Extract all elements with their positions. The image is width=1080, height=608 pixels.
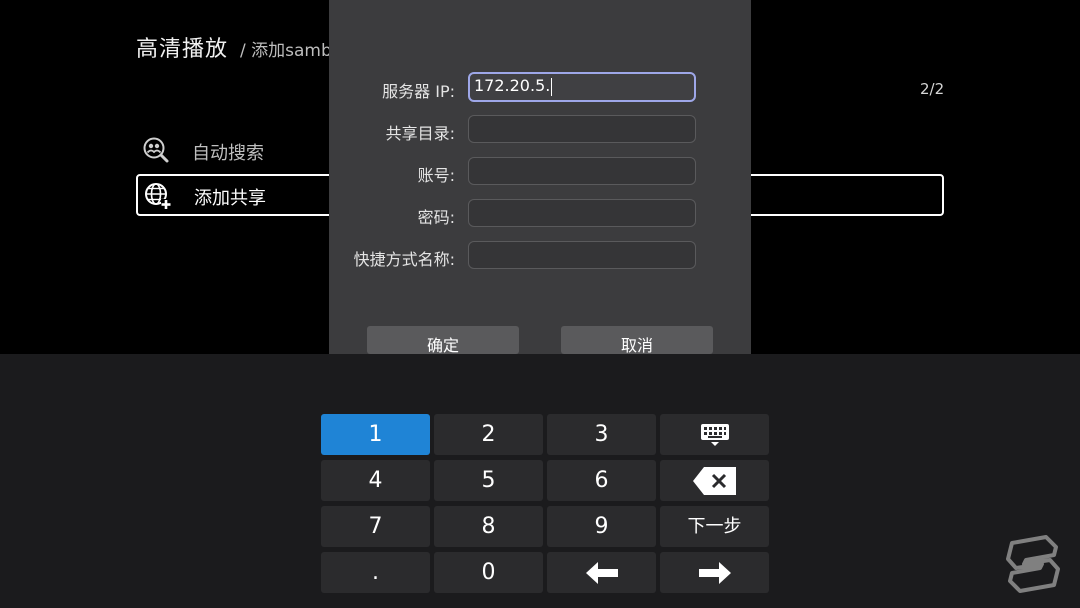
key-6[interactable]: 6 (547, 460, 656, 501)
globe-plus-icon (145, 183, 171, 209)
key-arrow-left[interactable] (547, 552, 656, 593)
form-row-account: 账号: (329, 157, 751, 187)
menu-item-label: 自动搜索 (192, 143, 264, 164)
confirm-button[interactable]: 确定 (367, 326, 519, 354)
people-search-icon (143, 137, 169, 163)
arrow-left-icon (585, 561, 618, 584)
share-dir-label: 共享目录: (385, 124, 455, 143)
page-title: 高清播放 (136, 37, 229, 62)
keyboard-hide-icon (700, 423, 729, 446)
share-dir-input[interactable] (468, 115, 696, 143)
form-row-shortcut-name: 快捷方式名称: (329, 241, 751, 271)
text-cursor (551, 77, 553, 96)
key-hide-keyboard[interactable] (660, 414, 769, 455)
backspace-icon (692, 466, 736, 495)
form-row-share-dir: 共享目录: (329, 115, 751, 145)
numeric-keyboard: 1 2 3 4 5 6 7 8 9 下一步 . 0 (0, 402, 1080, 608)
key-arrow-right[interactable] (660, 552, 769, 593)
key-0[interactable]: 0 (434, 552, 543, 593)
key-9[interactable]: 9 (547, 506, 656, 547)
menu-item-label: 添加共享 (194, 188, 266, 209)
form-row-server-ip: 服务器 IP: 172.20.5. (329, 72, 751, 103)
account-input[interactable] (468, 157, 696, 185)
arrow-right-icon (698, 561, 731, 584)
key-7[interactable]: 7 (321, 506, 430, 547)
add-share-dialog: 服务器 IP: 172.20.5. 共享目录: 账号: 密码: 快捷方式名称: … (329, 0, 751, 354)
key-8[interactable]: 8 (434, 506, 543, 547)
key-3[interactable]: 3 (547, 414, 656, 455)
key-dot[interactable]: . (321, 552, 430, 593)
keyboard-top-bar (0, 354, 1080, 403)
breadcrumb: / 添加samb (240, 41, 332, 61)
account-label: 账号: (417, 166, 455, 185)
password-label: 密码: (417, 208, 455, 227)
shortcut-name-label: 快捷方式名称: (353, 250, 455, 269)
key-2[interactable]: 2 (434, 414, 543, 455)
page-counter: 2/2 (920, 80, 945, 98)
shortcut-name-input[interactable] (468, 241, 696, 269)
password-input[interactable] (468, 199, 696, 227)
key-1[interactable]: 1 (321, 414, 430, 455)
key-next-step[interactable]: 下一步 (660, 506, 769, 547)
server-ip-input[interactable]: 172.20.5. (468, 72, 696, 102)
key-backspace[interactable] (660, 460, 769, 501)
form-row-password: 密码: (329, 199, 751, 229)
server-ip-value: 172.20.5. (474, 76, 551, 95)
key-5[interactable]: 5 (434, 460, 543, 501)
logo-icon (1006, 535, 1060, 593)
key-4[interactable]: 4 (321, 460, 430, 501)
server-ip-label: 服务器 IP: (382, 82, 455, 101)
cancel-button[interactable]: 取消 (561, 326, 713, 354)
